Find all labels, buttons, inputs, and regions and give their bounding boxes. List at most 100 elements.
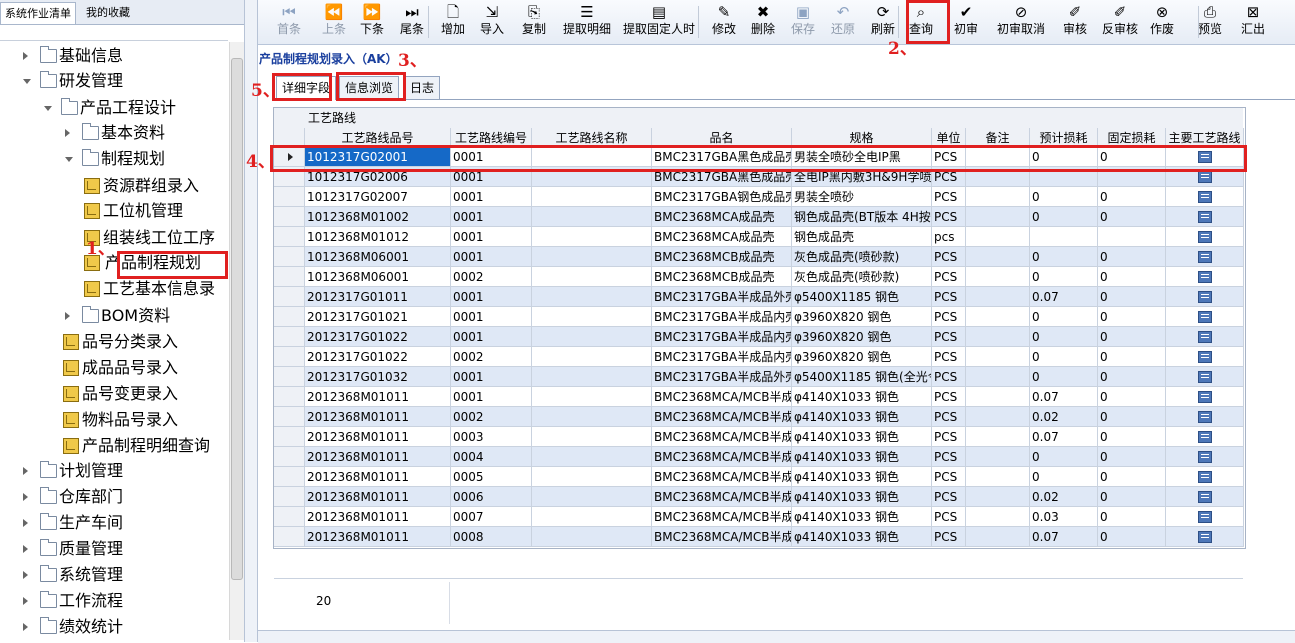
tab-system-menu[interactable]: 系统作业清单	[0, 2, 76, 24]
row-indicator[interactable]	[274, 427, 305, 447]
main-route-checkbox-icon[interactable]	[1198, 351, 1212, 363]
table-cell[interactable]: 0003	[451, 427, 532, 447]
main-route-checkbox-icon[interactable]	[1198, 231, 1212, 243]
table-cell[interactable]: 0	[1098, 187, 1166, 207]
table-cell[interactable]: PCS	[932, 267, 966, 287]
next-record-button[interactable]: ⏩ 下条	[354, 3, 390, 41]
tree-item[interactable]: 资源群组录入	[0, 174, 228, 198]
table-cell[interactable]: 0	[1098, 427, 1166, 447]
table-cell[interactable]: 0	[1030, 447, 1098, 467]
table-cell[interactable]: 0008	[451, 527, 532, 547]
table-cell[interactable]	[1166, 427, 1244, 447]
extract-fixed-hours-button[interactable]: ▤ 提取固定人时	[620, 3, 698, 41]
table-cell[interactable]: 2012317G01011	[305, 287, 451, 307]
table-cell[interactable]: 0	[1030, 347, 1098, 367]
table-cell[interactable]: PCS	[932, 287, 966, 307]
table-cell[interactable]: PCS	[932, 247, 966, 267]
table-cell[interactable]	[532, 367, 652, 387]
table-cell[interactable]	[966, 267, 1030, 287]
table-cell[interactable]: 0007	[451, 507, 532, 527]
table-cell[interactable]: 2012317G01032	[305, 367, 451, 387]
table-cell[interactable]: 2012368M01011	[305, 407, 451, 427]
table-cell[interactable]: 0005	[451, 467, 532, 487]
table-cell[interactable]	[1166, 447, 1244, 467]
table-cell[interactable]: φ4140X1033 钢色	[792, 467, 932, 487]
table-cell[interactable]	[532, 327, 652, 347]
tree-item[interactable]: 绩效统计	[0, 615, 228, 639]
expand-arrow-icon[interactable]	[23, 597, 28, 605]
table-cell[interactable]: 1012368M01012	[305, 227, 451, 247]
table-cell[interactable]: 0002	[451, 347, 532, 367]
main-route-checkbox-icon[interactable]	[1198, 271, 1212, 283]
table-cell[interactable]	[966, 307, 1030, 327]
table-cell[interactable]	[532, 447, 652, 467]
row-indicator[interactable]	[274, 447, 305, 467]
expand-arrow-icon[interactable]	[23, 52, 28, 60]
table-cell[interactable]: 0006	[451, 487, 532, 507]
table-cell[interactable]	[532, 247, 652, 267]
expand-arrow-icon[interactable]	[65, 312, 70, 320]
table-cell[interactable]	[1030, 227, 1098, 247]
table-cell[interactable]	[1166, 267, 1244, 287]
table-cell[interactable]: φ4140X1033 钢色	[792, 387, 932, 407]
tab-log[interactable]: 日志	[404, 76, 441, 99]
table-cell[interactable]: 0	[1098, 207, 1166, 227]
table-cell[interactable]: 2012368M01011	[305, 427, 451, 447]
table-cell[interactable]	[532, 407, 652, 427]
table-cell[interactable]: 0	[1098, 407, 1166, 427]
table-cell[interactable]: 0004	[451, 447, 532, 467]
table-cell[interactable]: BMC2368MCA/MCB半成品	[652, 467, 792, 487]
extract-detail-button[interactable]: ☰ 提取明细	[560, 3, 614, 41]
table-cell[interactable]: 0	[1030, 267, 1098, 287]
main-route-checkbox-icon[interactable]	[1198, 371, 1212, 383]
tree-item[interactable]: 工艺基本信息录	[0, 277, 228, 301]
first-review-cancel-button[interactable]: ⊘ 初审取消	[992, 3, 1050, 41]
delete-button[interactable]: ✖ 删除	[746, 3, 780, 41]
table-cell[interactable]: PCS	[932, 367, 966, 387]
table-cell[interactable]: 0001	[451, 207, 532, 227]
table-cell[interactable]: 2012368M01011	[305, 387, 451, 407]
table-cell[interactable]: BMC2317GBA半成品外壳	[652, 287, 792, 307]
table-cell[interactable]: 0.03	[1030, 507, 1098, 527]
table-cell[interactable]: BMC2368MCA成品壳	[652, 207, 792, 227]
table-cell[interactable]: φ4140X1033 钢色	[792, 447, 932, 467]
table-cell[interactable]: BMC2317GBA半成品内壳	[652, 327, 792, 347]
row-indicator[interactable]	[274, 527, 305, 547]
table-cell[interactable]	[966, 247, 1030, 267]
table-cell[interactable]: BMC2317GBA半成品内壳	[652, 307, 792, 327]
table-cell[interactable]	[966, 327, 1030, 347]
table-cell[interactable]: 0.07	[1030, 427, 1098, 447]
tree-item[interactable]: 基础信息	[0, 44, 228, 68]
table-cell[interactable]	[966, 507, 1030, 527]
table-cell[interactable]: BMC2368MCA/MCB半成品	[652, 527, 792, 547]
table-cell[interactable]	[532, 187, 652, 207]
table-cell[interactable]: 0.07	[1030, 387, 1098, 407]
table-cell[interactable]	[1166, 487, 1244, 507]
table-cell[interactable]: 0	[1098, 327, 1166, 347]
row-indicator[interactable]	[274, 307, 305, 327]
table-cell[interactable]	[532, 507, 652, 527]
table-cell[interactable]	[532, 427, 652, 447]
table-cell[interactable]	[532, 267, 652, 287]
table-cell[interactable]	[532, 307, 652, 327]
table-cell[interactable]: 0001	[451, 307, 532, 327]
table-cell[interactable]: 钢色成品壳	[792, 227, 932, 247]
table-cell[interactable]: BMC2317GBA半成品外壳	[652, 367, 792, 387]
tree-item[interactable]: BOM资料	[0, 304, 228, 328]
main-route-checkbox-icon[interactable]	[1198, 491, 1212, 503]
main-route-checkbox-icon[interactable]	[1198, 531, 1212, 543]
row-indicator[interactable]	[274, 187, 305, 207]
table-cell[interactable]: BMC2368MCA/MCB半成品	[652, 427, 792, 447]
tree-item[interactable]: 生产车间	[0, 511, 228, 535]
main-route-checkbox-icon[interactable]	[1198, 291, 1212, 303]
tree-item[interactable]: 品号分类录入	[0, 330, 228, 354]
table-cell[interactable]: 0	[1030, 207, 1098, 227]
expand-arrow-icon[interactable]	[23, 545, 28, 553]
table-cell[interactable]: 2012368M01011	[305, 467, 451, 487]
expand-arrow-icon[interactable]	[65, 129, 70, 137]
table-cell[interactable]	[966, 487, 1030, 507]
main-route-checkbox-icon[interactable]	[1198, 331, 1212, 343]
table-cell[interactable]: φ5400X1185 钢色	[792, 287, 932, 307]
table-cell[interactable]	[1166, 347, 1244, 367]
undo-button[interactable]: ↶ 还原	[826, 3, 860, 41]
